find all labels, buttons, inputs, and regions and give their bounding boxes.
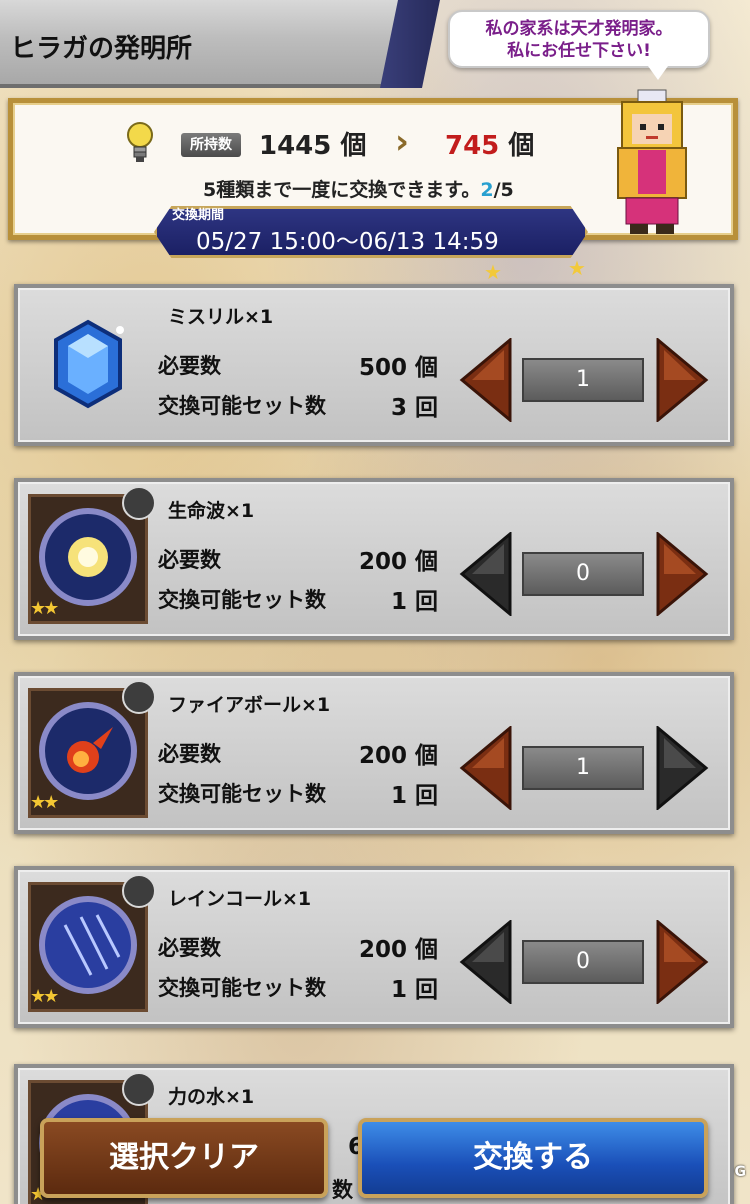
exchange-item-card: ★★ 生命波×1 必要数 200 個 交換可能セット数 1 回 0	[14, 478, 734, 640]
mythril-crystal-icon	[54, 319, 124, 409]
available-sets-label-partial: 数	[332, 1178, 353, 1202]
increase-quantity-button[interactable]	[656, 726, 710, 810]
clear-selection-button[interactable]: 選択クリア	[40, 1118, 328, 1198]
available-sets-value: 1 回	[390, 977, 438, 1003]
required-count-value: 200 個	[358, 937, 438, 963]
rarity-stars: ★★	[30, 986, 59, 1007]
item-name: レインコール×1	[168, 888, 312, 910]
speech-line-1: 私の家系は天才発明家。	[485, 19, 673, 39]
required-count-label: 必要数	[158, 548, 221, 572]
item-name: ファイアボール×1	[168, 694, 331, 716]
item-icon-frame	[28, 300, 148, 430]
required-count-label: 必要数	[158, 742, 221, 766]
speech-line-2: 私にお任せ下さい!	[507, 41, 651, 61]
exchange-item-card: ★★ ファイアボール×1 必要数 200 個 交換可能セット数 1 回 1	[14, 672, 734, 834]
item-name: 力の水×1	[168, 1086, 255, 1108]
exchange-item-card: ミスリル×1 必要数 500 個 交換可能セット数 3 回 1	[14, 284, 734, 446]
lightbulb-icon	[127, 122, 153, 162]
increase-quantity-button[interactable]	[656, 532, 710, 616]
item-name: 生命波×1	[168, 500, 255, 522]
available-sets-label: 交換可能セット数	[158, 394, 326, 418]
decrease-quantity-button[interactable]	[458, 726, 512, 810]
quantity-display: 0	[522, 552, 644, 596]
exchange-limit-note: 5種類まで一度に交換できます。2/5	[203, 179, 514, 201]
sparkle-icon: ★	[484, 260, 502, 284]
rarity-stars: ★★	[30, 792, 59, 813]
owned-after-value: 745 個	[445, 131, 535, 161]
decrease-quantity-button[interactable]	[458, 338, 512, 422]
required-count-value: 200 個	[358, 549, 438, 575]
exchange-period-value: 05/27 15:00～06/13 14:59	[196, 229, 499, 255]
quantity-display: 1	[522, 358, 644, 402]
exchange-period-label: 交換期間	[172, 208, 225, 223]
available-sets-label: 交換可能セット数	[158, 588, 326, 612]
available-sets-value: 1 回	[390, 589, 438, 615]
decrease-quantity-button[interactable]	[458, 532, 512, 616]
potion-type-icon	[122, 1072, 156, 1106]
chevron-right-icon: ›	[395, 122, 410, 162]
gear-type-icon	[122, 874, 156, 908]
owned-count-label: 所持数	[181, 133, 241, 157]
sparkle-icon: ★	[568, 256, 586, 280]
required-count-label: 必要数	[158, 354, 221, 378]
rarity-stars: ★★	[30, 598, 59, 619]
increase-quantity-button[interactable]	[656, 920, 710, 1004]
exchange-button[interactable]: 交換する	[358, 1118, 708, 1198]
required-count-value: 200 個	[358, 743, 438, 769]
exchange-item-card: ★★ レインコール×1 必要数 200 個 交換可能セット数 1 回 0	[14, 866, 734, 1028]
page-title: ヒラガの発明所	[10, 34, 193, 64]
increase-quantity-button[interactable]	[656, 338, 710, 422]
owned-current-value: 1445 個	[259, 131, 367, 161]
npc-character-sprite	[617, 89, 687, 234]
gear-type-icon	[122, 680, 156, 714]
quantity-display: 1	[522, 746, 644, 790]
required-count-value: 500 個	[358, 355, 438, 381]
available-sets-value: 3 回	[390, 395, 438, 421]
sword-type-icon	[122, 486, 156, 520]
required-count-label: 必要数	[158, 936, 221, 960]
watermark-logo: G	[734, 1164, 747, 1180]
available-sets-label: 交換可能セット数	[158, 782, 326, 806]
item-name: ミスリル×1	[168, 306, 274, 328]
quantity-display: 0	[522, 940, 644, 984]
available-sets-label: 交換可能セット数	[158, 976, 326, 1000]
decrease-quantity-button[interactable]	[458, 920, 512, 1004]
npc-speech-bubble: 私の家系は天才発明家。 私にお任せ下さい!	[448, 10, 710, 80]
available-sets-value: 1 回	[390, 783, 438, 809]
